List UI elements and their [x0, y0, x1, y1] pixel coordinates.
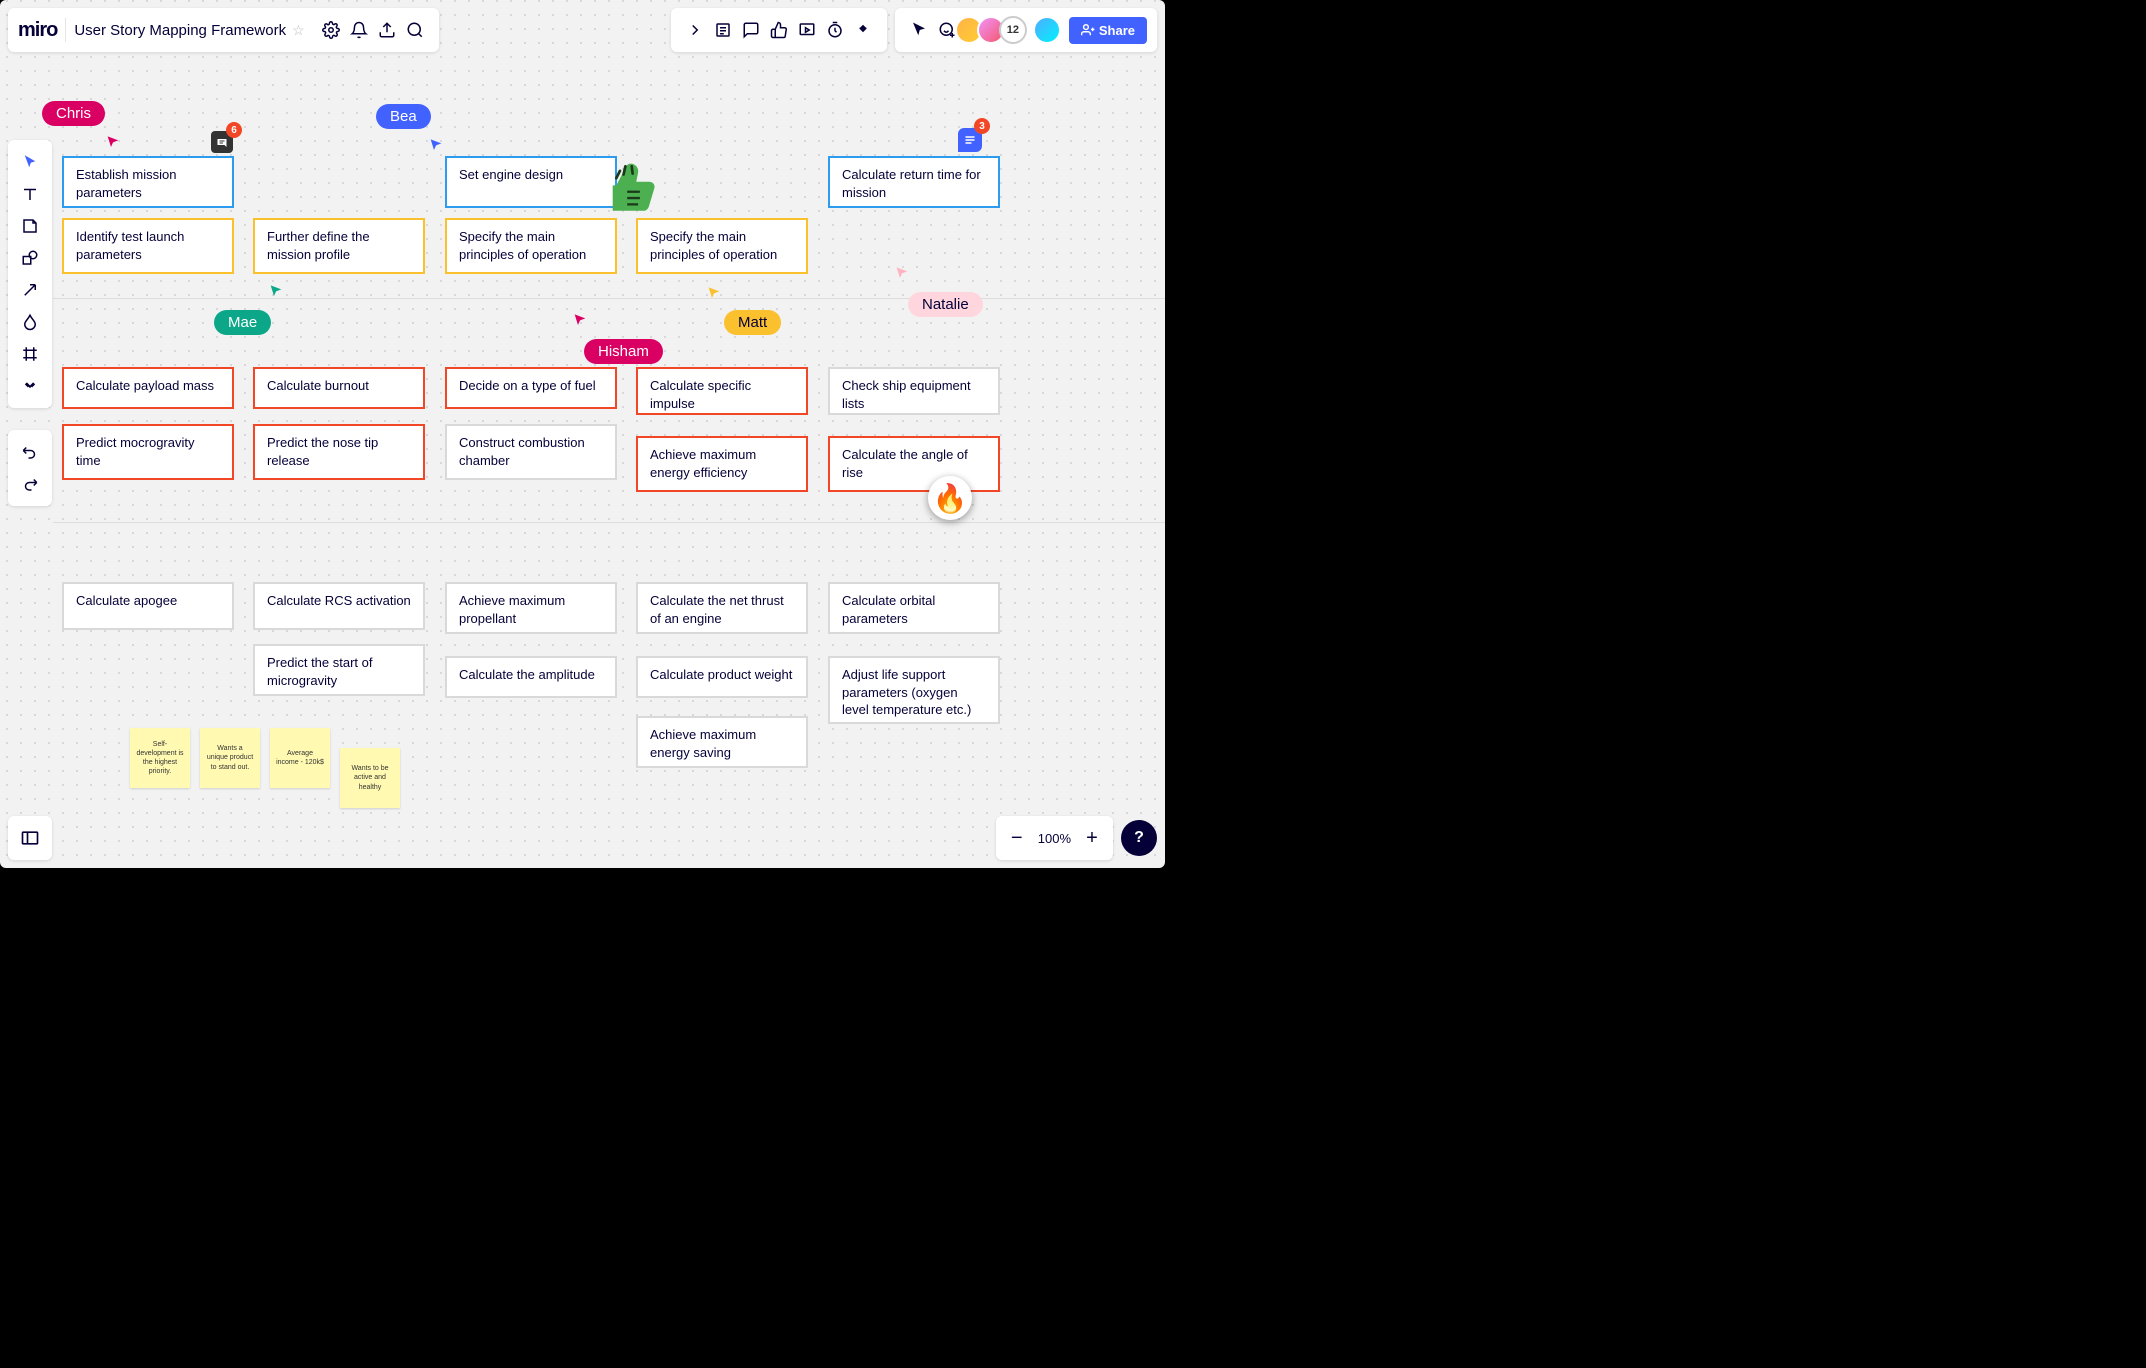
- left-toolbar: [8, 140, 52, 408]
- frames-panel-button[interactable]: [8, 816, 52, 860]
- card-red[interactable]: Achieve maximum energy efficiency: [636, 436, 808, 492]
- user-cursor-label: Chris: [42, 101, 105, 126]
- card-gray[interactable]: Construct combustion chamber: [445, 424, 617, 480]
- card-gray[interactable]: Achieve maximum propellant: [445, 582, 617, 634]
- pen-tool-icon[interactable]: [12, 306, 48, 338]
- sticky-note[interactable]: Average income - 120k$: [270, 728, 330, 788]
- board-info-box: miro User Story Mapping Framework ☆: [8, 8, 439, 52]
- card-yellow[interactable]: Identify test launch parameters: [62, 218, 234, 274]
- comment-icon[interactable]: [737, 16, 765, 44]
- sticky-note[interactable]: Wants a unique product to stand out.: [200, 728, 260, 788]
- user-cursor-icon: [428, 138, 444, 154]
- user-cursor-icon: [105, 135, 121, 151]
- card-gray[interactable]: Calculate apogee: [62, 582, 234, 630]
- share-button[interactable]: Share: [1069, 17, 1147, 44]
- zoom-controls: − 100% + ?: [996, 816, 1157, 860]
- chevron-right-icon[interactable]: [681, 16, 709, 44]
- text-tool-icon[interactable]: [12, 178, 48, 210]
- cursor-icon[interactable]: [905, 16, 933, 44]
- card-red[interactable]: Calculate burnout: [253, 367, 425, 409]
- export-icon[interactable]: [373, 16, 401, 44]
- note-icon[interactable]: [709, 16, 737, 44]
- card-gray[interactable]: Calculate the net thrust of an engine: [636, 582, 808, 634]
- sticky-tool-icon[interactable]: [12, 210, 48, 242]
- more-icon[interactable]: [849, 16, 877, 44]
- user-cursor-label: Matt: [724, 310, 781, 335]
- undo-redo-box: [8, 430, 52, 506]
- user-cursor-icon: [572, 313, 588, 329]
- redo-icon[interactable]: [12, 468, 48, 500]
- card-red[interactable]: Predict mocrogravity time: [62, 424, 234, 480]
- select-tool-icon[interactable]: [12, 146, 48, 178]
- card-red[interactable]: Calculate the angle of rise: [828, 436, 1000, 492]
- board-title[interactable]: User Story Mapping Framework: [74, 22, 286, 39]
- card-red[interactable]: Decide on a type of fuel: [445, 367, 617, 409]
- card-yellow[interactable]: Specify the main principles of operation: [445, 218, 617, 274]
- user-cursor-label: Mae: [214, 310, 271, 335]
- frame-tool-icon[interactable]: [12, 338, 48, 370]
- card-gray[interactable]: Calculate RCS activation: [253, 582, 425, 630]
- card-red[interactable]: Predict the nose tip release: [253, 424, 425, 480]
- canvas[interactable]: Establish mission parameters Set engine …: [0, 0, 1165, 868]
- card-red[interactable]: Calculate specific impulse: [636, 367, 808, 415]
- user-cursor-label: Natalie: [908, 292, 983, 317]
- zoom-in-button[interactable]: +: [1077, 823, 1107, 853]
- collaborator-avatars[interactable]: 12: [961, 16, 1027, 44]
- user-cursor-label: Hisham: [584, 339, 663, 364]
- sticky-note[interactable]: Self-development is the highest priority…: [130, 728, 190, 788]
- card-gray[interactable]: Calculate the amplitude: [445, 656, 617, 698]
- card-red[interactable]: Calculate payload mass: [62, 367, 234, 409]
- card-gray[interactable]: Adjust life support parameters (oxygen l…: [828, 656, 1000, 724]
- notification-badge: 3: [974, 118, 990, 134]
- avatar-self[interactable]: [1033, 16, 1061, 44]
- undo-icon[interactable]: [12, 436, 48, 468]
- view-tools-box: [671, 8, 887, 52]
- bell-icon[interactable]: [345, 16, 373, 44]
- sticky-note[interactable]: Wants to be active and healthy: [340, 748, 400, 808]
- zoom-out-button[interactable]: −: [1002, 823, 1032, 853]
- card-gray[interactable]: Achieve maximum energy saving: [636, 716, 808, 768]
- card-gray[interactable]: Check ship equipment lists: [828, 367, 1000, 415]
- more-tools-icon[interactable]: [12, 370, 48, 402]
- shape-tool-icon[interactable]: [12, 242, 48, 274]
- help-button[interactable]: ?: [1121, 820, 1157, 856]
- user-cursor-icon: [268, 284, 284, 300]
- thumbsup-reaction-icon[interactable]: [600, 160, 658, 218]
- settings-icon[interactable]: [317, 16, 345, 44]
- card-blue[interactable]: Establish mission parameters: [62, 156, 234, 208]
- card-gray[interactable]: Calculate orbital parameters: [828, 582, 1000, 634]
- card-blue[interactable]: Set engine design: [445, 156, 617, 208]
- user-cursor-label: Bea: [376, 104, 431, 129]
- presentation-icon[interactable]: [793, 16, 821, 44]
- zoom-level[interactable]: 100%: [1032, 831, 1077, 846]
- miro-logo[interactable]: miro: [18, 19, 57, 42]
- top-toolbar: miro User Story Mapping Framework ☆ 12: [8, 8, 1157, 52]
- collaboration-box: 12 Share: [895, 8, 1157, 52]
- card-gray[interactable]: Predict the start of microgravity: [253, 644, 425, 696]
- avatar-count[interactable]: 12: [999, 16, 1027, 44]
- search-icon[interactable]: [401, 16, 429, 44]
- card-yellow[interactable]: Specify the main principles of operation: [636, 218, 808, 274]
- user-cursor-icon: [894, 266, 910, 282]
- fire-reaction-icon[interactable]: 🔥: [928, 476, 972, 520]
- arrow-tool-icon[interactable]: [12, 274, 48, 306]
- card-gray[interactable]: Calculate product weight: [636, 656, 808, 698]
- timer-icon[interactable]: [821, 16, 849, 44]
- user-cursor-icon: [706, 286, 722, 302]
- star-icon[interactable]: ☆: [292, 22, 305, 39]
- notification-badge: 6: [226, 122, 242, 138]
- card-blue[interactable]: Calculate return time for mission: [828, 156, 1000, 208]
- card-yellow[interactable]: Further define the mission profile: [253, 218, 425, 274]
- thumbsup-icon[interactable]: [765, 16, 793, 44]
